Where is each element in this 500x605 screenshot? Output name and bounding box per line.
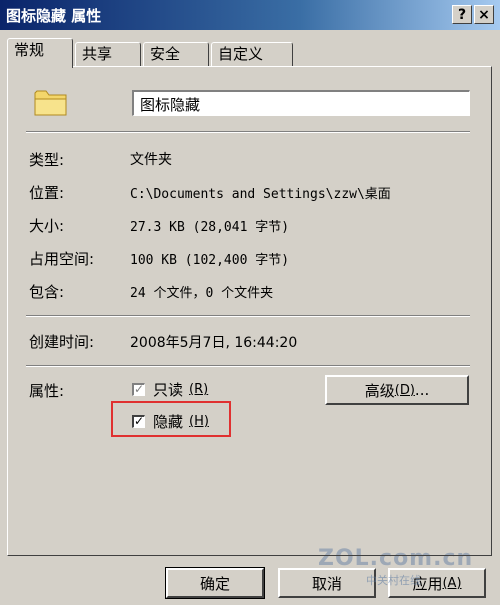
- advanced-button[interactable]: 高级 (D) ...: [325, 375, 469, 405]
- apply-accesskey: (A): [442, 575, 462, 591]
- window-title: 图标隐藏 属性: [6, 7, 102, 25]
- contains-label: 包含:: [29, 283, 65, 301]
- divider: [26, 315, 470, 317]
- tab-security[interactable]: 安全: [143, 42, 209, 66]
- help-button[interactable]: ?: [452, 5, 472, 24]
- created-label: 创建时间:: [29, 333, 95, 351]
- location-label: 位置:: [29, 184, 65, 202]
- tab-sharing[interactable]: 共享: [75, 42, 141, 66]
- size-label: 大小:: [29, 217, 65, 235]
- hidden-label: 隐藏: [153, 413, 184, 431]
- tab-customize[interactable]: 自定义: [211, 42, 293, 66]
- attributes-label: 属性:: [29, 382, 65, 400]
- advanced-label: 高级: [364, 381, 395, 400]
- cancel-button[interactable]: 取消: [278, 568, 376, 598]
- watermark-subtext: 中关村在线: [366, 574, 421, 587]
- folder-icon: [34, 90, 67, 116]
- readonly-label: 只读: [153, 381, 184, 399]
- tab-label: 常规: [14, 41, 45, 59]
- general-tab-panel: 图标隐藏 类型: 文件夹 位置: C:\Documents and Settin…: [7, 66, 492, 556]
- advanced-accesskey: (D): [394, 382, 415, 398]
- tab-label: 安全: [150, 45, 181, 63]
- ok-button[interactable]: 确定: [165, 567, 265, 599]
- readonly-checkbox[interactable]: ✓: [132, 383, 145, 396]
- hidden-accesskey: (H): [189, 414, 209, 429]
- close-button[interactable]: ×: [474, 5, 494, 24]
- help-icon: ?: [457, 6, 467, 23]
- tab-label: 自定义: [218, 45, 264, 63]
- created-value: 2008年5月7日, 16:44:20: [130, 335, 298, 351]
- size-value: 27.3 KB (28,041 字节): [130, 220, 290, 235]
- advanced-ellipsis: ...: [414, 381, 430, 399]
- size-on-disk-label: 占用空间:: [29, 250, 95, 268]
- readonly-checkbox-row[interactable]: ✓ 只读 (R): [132, 379, 208, 400]
- type-value: 文件夹: [130, 152, 172, 168]
- divider: [26, 131, 470, 133]
- hidden-checkbox[interactable]: ✓: [132, 415, 145, 428]
- divider: [26, 365, 470, 367]
- tab-label: 共享: [82, 45, 113, 63]
- location-value: C:\Documents and Settings\zzw\桌面: [130, 187, 391, 202]
- readonly-accesskey: (R): [189, 382, 209, 397]
- ok-label: 确定: [199, 574, 230, 593]
- size-on-disk-value: 100 KB (102,400 字节): [130, 253, 290, 268]
- contains-value: 24 个文件，0 个文件夹: [130, 286, 274, 301]
- cancel-label: 取消: [311, 574, 342, 593]
- folder-name-input[interactable]: 图标隐藏: [132, 90, 470, 116]
- close-icon: ×: [478, 6, 490, 23]
- type-label: 类型:: [29, 151, 65, 169]
- tab-general[interactable]: 常规: [7, 38, 73, 68]
- hidden-checkbox-row[interactable]: ✓ 隐藏 (H): [132, 411, 209, 432]
- title-bar: 图标隐藏 属性 ? ×: [0, 0, 500, 30]
